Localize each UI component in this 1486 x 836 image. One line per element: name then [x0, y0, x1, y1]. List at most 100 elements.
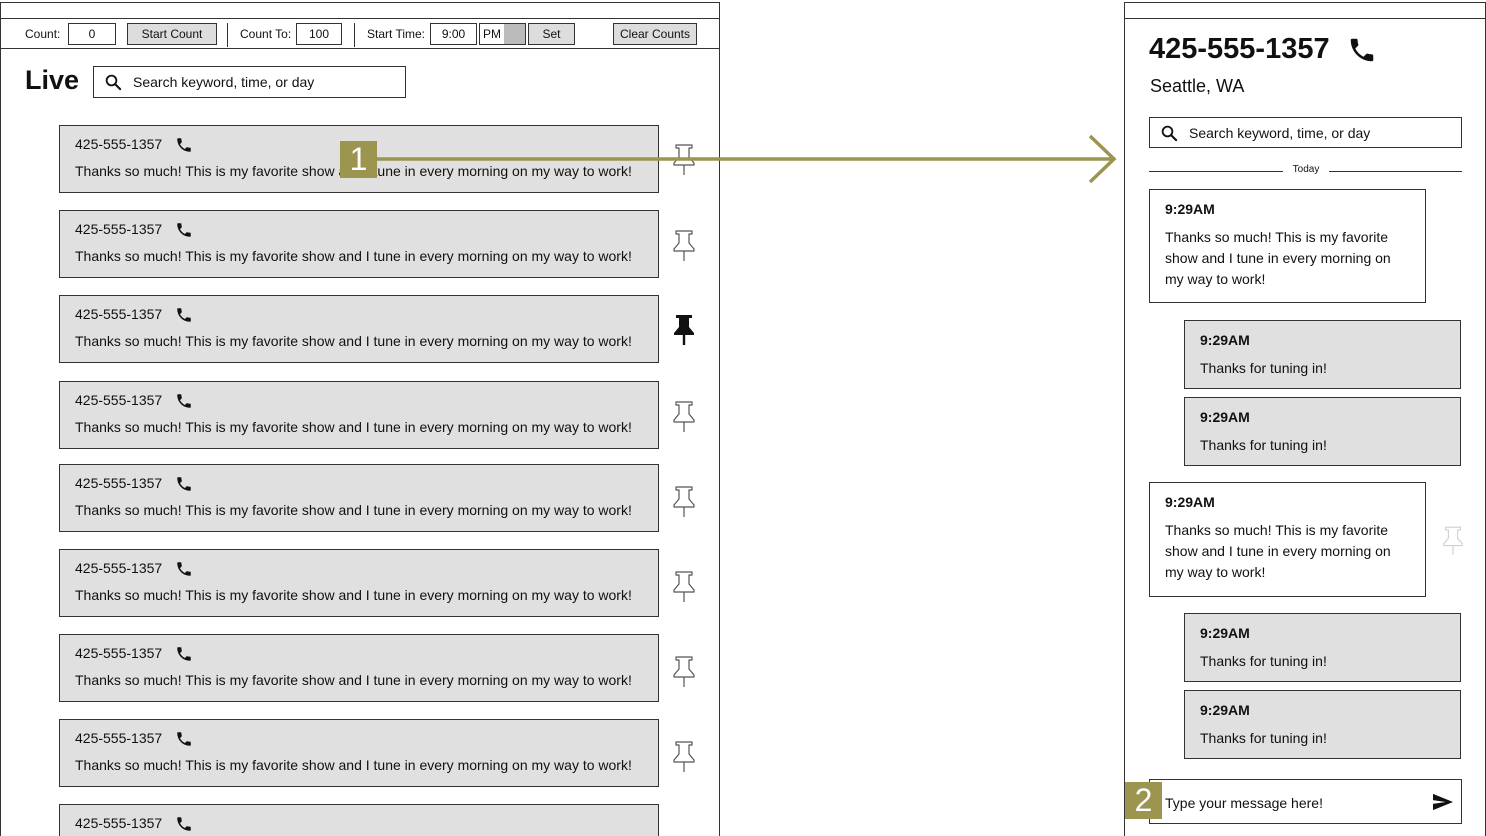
message-text: Thanks so much! This is my favorite show… [75, 333, 632, 349]
message-phone-number: 425-555-1357 [75, 815, 163, 831]
live-message-card[interactable]: 425-555-1357Thanks so much! This is my f… [59, 804, 659, 836]
live-message-card[interactable]: 425-555-1357 Thanks so much! This is my f… [59, 464, 659, 532]
toolbar-divider [354, 23, 355, 47]
date-divider-label: Today [1292, 164, 1320, 175]
page-title: Live [25, 65, 80, 95]
message-text: Thanks so much! This is my favorite show… [75, 672, 632, 688]
count-field[interactable]: 0 [68, 23, 116, 45]
message-text: Thanks so much! This is my favorite show… [75, 248, 632, 264]
incoming-message-bubble[interactable]: 9:29AM Thanks so much! This is my favorit… [1149, 482, 1426, 597]
message-time: 9:29AM [1200, 332, 1250, 348]
date-divider-line [1149, 171, 1283, 172]
live-message-card[interactable]: 425-555-1357 Thanks so much! This is my f… [59, 210, 659, 278]
phone-icon[interactable] [175, 730, 193, 748]
window-title-strip [1125, 3, 1485, 19]
ampm-toggle-wrap: PM [479, 19, 526, 49]
phone-icon[interactable] [175, 815, 193, 833]
live-search-box[interactable]: Search keyword, time, or day [93, 66, 406, 98]
phone-icon[interactable] [175, 392, 193, 410]
pin-icon[interactable] [671, 655, 697, 689]
message-input[interactable] [1165, 793, 1415, 813]
message-text: Thanks so much! This is my favorite show… [1165, 229, 1391, 287]
message-text: Thanks for tuning in! [1200, 730, 1327, 746]
message-time: 9:29AM [1165, 494, 1215, 510]
phone-icon[interactable] [175, 221, 193, 239]
message-time: 9:29AM [1200, 625, 1250, 641]
message-text: Thanks for tuning in! [1200, 653, 1327, 669]
count-to-field-wrap: 100 [296, 19, 342, 49]
message-phone-number: 425-555-1357 [75, 560, 163, 576]
start-time-label-wrap: Start Time: [367, 19, 425, 49]
message-time: 9:29AM [1200, 409, 1250, 425]
outgoing-message-bubble[interactable]: 9:29AM Thanks for tuning in! [1184, 613, 1461, 682]
phone-icon[interactable] [175, 306, 193, 324]
ampm-toggle-knob[interactable] [504, 24, 525, 44]
start-time-label: Start Time: [367, 27, 426, 41]
start-count-button[interactable]: Start Count [127, 23, 217, 45]
pin-icon[interactable] [671, 229, 697, 263]
count-toolbar: Count: 0 Start Count Count To: 100 Start… [1, 19, 719, 49]
live-message-card[interactable]: 425-555-1357 Thanks so much! This is my f… [59, 381, 659, 449]
outgoing-message-bubble[interactable]: 9:29AM Thanks for tuning in! [1184, 690, 1461, 759]
phone-icon[interactable] [1347, 35, 1377, 65]
phone-icon[interactable] [175, 560, 193, 578]
pin-icon[interactable] [1441, 525, 1465, 557]
conversation-panel: 425-555-1357 Seattle, WA Search keyword,… [1124, 2, 1486, 836]
message-compose [1149, 779, 1462, 824]
count-label: Count: [25, 27, 61, 41]
count-label-wrap: Count: [25, 19, 60, 49]
search-placeholder[interactable]: Search keyword, time, or day [133, 74, 314, 90]
message-phone-number: 425-555-1357 [75, 645, 163, 661]
annotation-badge-1: 1 [340, 141, 377, 178]
pin-icon[interactable] [671, 485, 697, 519]
count-to-field[interactable]: 100 [296, 23, 342, 45]
phone-icon[interactable] [175, 475, 193, 493]
conversation-number: 425-555-1357 [1149, 33, 1330, 65]
start-count-wrap: Start Count [127, 19, 217, 49]
set-button[interactable]: Set [528, 23, 575, 45]
conversation-search-box[interactable]: Search keyword, time, or day [1149, 117, 1462, 148]
clear-counts-button[interactable]: Clear Counts [613, 23, 697, 45]
message-phone-number: 425-555-1357 [75, 392, 163, 408]
pin-filled-icon[interactable] [671, 313, 697, 347]
message-time: 9:29AM [1165, 201, 1215, 217]
live-message-card[interactable]: 425-555-1357 Thanks so much! This is my f… [59, 295, 659, 363]
message-phone-number: 425-555-1357 [75, 221, 163, 237]
incoming-message-bubble[interactable]: 9:29AM Thanks so much! This is my favorit… [1149, 189, 1426, 303]
phone-icon[interactable] [175, 136, 193, 154]
message-phone-number: 425-555-1357 [75, 136, 163, 152]
live-panel: Count: 0 Start Count Count To: 100 Start… [0, 2, 720, 836]
pin-icon[interactable] [671, 740, 697, 774]
pin-icon[interactable] [671, 143, 697, 177]
message-text: Thanks so much! This is my favorite show… [75, 587, 632, 603]
date-divider-line [1329, 171, 1462, 172]
pin-icon[interactable] [671, 570, 697, 604]
message-time: 9:29AM [1200, 702, 1250, 718]
live-message-card[interactable]: 425-555-1357 Thanks so much! This is my f… [59, 549, 659, 617]
pin-icon[interactable] [671, 400, 697, 434]
message-phone-number: 425-555-1357 [75, 475, 163, 491]
live-message-card[interactable]: 425-555-1357Thanks so much! This is my f… [59, 719, 659, 787]
search-placeholder[interactable]: Search keyword, time, or day [1189, 125, 1370, 141]
message-text: Thanks so much! This is my favorite show… [1165, 522, 1391, 580]
count-to-label: Count To: [240, 27, 292, 41]
window-title-strip [1, 3, 719, 19]
message-phone-number: 425-555-1357 [75, 730, 163, 746]
message-text: Thanks for tuning in! [1200, 360, 1327, 376]
ampm-value: PM [483, 27, 501, 41]
count-field-wrap: 0 [68, 19, 116, 49]
send-icon[interactable] [1432, 792, 1454, 812]
message-text: Thanks for tuning in! [1200, 437, 1327, 453]
ampm-toggle[interactable]: PM [479, 23, 526, 45]
search-icon [105, 74, 122, 91]
phone-icon[interactable] [175, 645, 193, 663]
live-message-card[interactable]: 425-555-1357 Thanks so much! This is my f… [59, 634, 659, 702]
message-text: Thanks so much! This is my favorite show… [75, 419, 632, 435]
start-time-field[interactable]: 9:00 [430, 23, 477, 45]
outgoing-message-bubble[interactable]: 9:29AM Thanks for tuning in! [1184, 320, 1461, 389]
search-icon [1161, 125, 1178, 141]
message-text: Thanks so much! This is my favorite show… [75, 502, 632, 518]
message-phone-number: 425-555-1357 [75, 306, 163, 322]
outgoing-message-bubble[interactable]: 9:29AM Thanks for tuning in! [1184, 397, 1461, 466]
annotation-badge-2: 2 [1125, 782, 1162, 819]
